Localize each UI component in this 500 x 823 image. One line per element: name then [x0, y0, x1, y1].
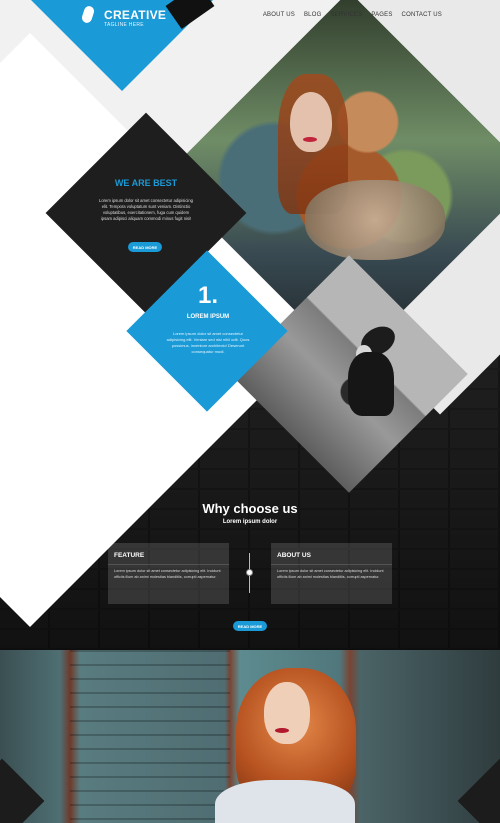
- main-nav: ABOUT US BLOG SERVICES PAGES CONTACT US: [263, 12, 442, 18]
- bottom-portrait-face: [264, 682, 310, 744]
- nav-contact-us[interactable]: CONTACT US: [402, 12, 442, 18]
- logo-title[interactable]: CREATIVE: [104, 8, 166, 22]
- we-are-best-text: Lorem ipsum dolor sit amet consectetur a…: [98, 198, 194, 221]
- step-number: 1.: [197, 282, 218, 309]
- water-photo-figure: [348, 352, 394, 416]
- feature-card-text: Lorem ipsum dolor sit amet consectetur a…: [114, 569, 221, 579]
- bottom-portrait-lips: [275, 728, 289, 733]
- nav-services[interactable]: SERVICES: [330, 12, 362, 18]
- hero-portrait-lips: [303, 137, 317, 142]
- nav-about-us[interactable]: ABOUT US: [263, 12, 295, 18]
- feature-card: FEATURE Lorem ipsum dolor sit amet conse…: [108, 543, 229, 604]
- about-us-card-title: ABOUT US: [277, 552, 311, 559]
- hero-portrait-fur-collar: [305, 180, 445, 260]
- about-us-card: ABOUT US Lorem ipsum dolor sit amet cons…: [271, 543, 392, 604]
- bottom-portrait-jacket: [215, 780, 355, 823]
- we-are-best-title: WE ARE BEST: [114, 178, 178, 188]
- feature-card-title: FEATURE: [114, 552, 145, 559]
- step-text: Lorem ipsum dolor sit amet consectetur a…: [166, 331, 250, 354]
- about-us-card-divider: [271, 564, 392, 565]
- logo-tagline: TAGLINE HERE: [104, 22, 144, 28]
- why-choose-us-read-more-button[interactable]: READ MORE: [233, 621, 267, 631]
- about-us-card-text: Lorem ipsum dolor sit amet consectetur a…: [277, 569, 384, 579]
- nav-pages[interactable]: PAGES: [371, 12, 392, 18]
- feature-card-divider: [108, 564, 229, 565]
- timeline-dot-icon: [246, 569, 253, 576]
- we-are-best-read-more-button[interactable]: READ MORE: [128, 242, 162, 252]
- step-title: LOREM IPSUM: [186, 314, 230, 320]
- why-choose-us-heading: Why choose us: [202, 501, 298, 516]
- hero-portrait-face: [290, 92, 332, 152]
- why-choose-us-subheading: Lorem ipsum dolor: [222, 519, 278, 525]
- nav-blog[interactable]: BLOG: [304, 12, 321, 18]
- bottom-photo-wall-planks: [70, 650, 230, 823]
